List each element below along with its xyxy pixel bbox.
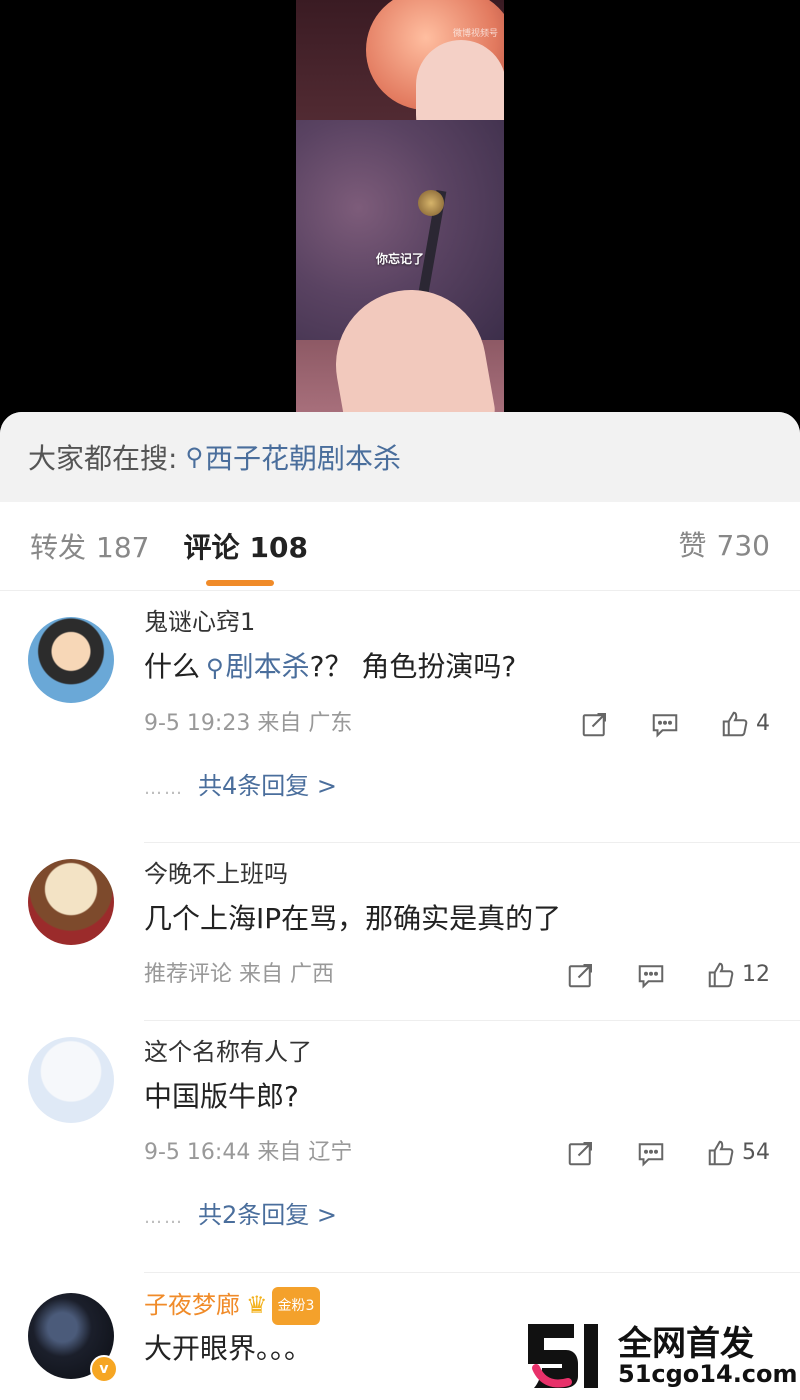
- replies-dots: ……: [144, 778, 184, 799]
- comment-text-before: 什么: [144, 650, 201, 683]
- comment-meta: 推荐评论 来自 广西 12: [144, 953, 770, 997]
- like-button[interactable]: 4: [720, 702, 770, 746]
- active-tab-indicator: [206, 580, 274, 586]
- video-watermark: 微博视频号: [452, 29, 498, 39]
- like-count: 54: [742, 1140, 770, 1165]
- tab-comment-count: 108: [249, 531, 308, 564]
- comment-keyword-link[interactable]: 剧本杀: [226, 650, 310, 683]
- avatar[interactable]: [28, 859, 114, 945]
- tab-bar: 转发 187 评论 108 赞 730: [0, 502, 800, 591]
- comment-meta: 9-5 16:44 来自 辽宁 54: [144, 1131, 770, 1175]
- watermark-logo: 全网首发 51cgo14.com: [520, 1306, 800, 1400]
- share-icon[interactable]: [566, 960, 596, 990]
- reply-icon[interactable]: [636, 1138, 666, 1168]
- reply-icon[interactable]: [636, 960, 666, 990]
- tab-like-count: 730: [716, 529, 770, 562]
- avatar[interactable]: [28, 1037, 114, 1123]
- thumbs-up-icon: [708, 962, 734, 988]
- trending-search-bar[interactable]: 大家都在搜: ⚲ 西子花朝剧本杀: [0, 412, 800, 502]
- comment-meta-text: 9-5 19:23 来自 广东: [144, 711, 353, 736]
- comments-sheet: 大家都在搜: ⚲ 西子花朝剧本杀 转发 187 评论 108 赞 730 鬼谜心窍1 …: [0, 412, 800, 1400]
- video-frame[interactable]: 你忘记了 微博视频号: [296, 0, 504, 412]
- search-icon: ⚲: [206, 654, 224, 682]
- comment-text: 中国版牛郎?: [144, 1080, 299, 1113]
- tab-repost[interactable]: 转发 187: [30, 526, 149, 566]
- comment-actions: 12: [526, 953, 770, 997]
- comment-meta-text: 9-5 16:44 来自 辽宁: [144, 1140, 353, 1165]
- comment-item: 今晚不上班吗 几个上海IP在骂，那确实是真的了 推荐评论 来自 广西 12: [0, 843, 800, 1021]
- comment-text: 什么 ⚲剧本杀?？ 角色扮演吗?: [144, 649, 770, 686]
- like-button[interactable]: 12: [706, 953, 770, 997]
- watermark-url: 51cgo14.com: [618, 1360, 798, 1388]
- comment-actions: 4: [540, 702, 770, 746]
- tab-repost-label: 转发: [30, 531, 87, 564]
- like-count: 4: [756, 711, 770, 736]
- like-button[interactable]: 54: [706, 1131, 770, 1175]
- share-icon[interactable]: [566, 1138, 596, 1168]
- comment-meta: 9-5 19:23 来自 广东 4: [144, 702, 770, 746]
- tab-comment[interactable]: 评论 108: [183, 526, 307, 566]
- replies-text: 共2条回复 >: [198, 1201, 338, 1229]
- like-count: 12: [742, 962, 770, 987]
- share-icon[interactable]: [580, 709, 610, 739]
- search-keyword-link[interactable]: 西子花朝剧本杀: [205, 437, 401, 477]
- comment-username[interactable]: 这个名称有人了: [144, 1035, 770, 1069]
- view-replies-link[interactable]: …… 共4条回复 >: [144, 768, 770, 804]
- comment-text: 几个上海IP在骂，那确实是真的了: [144, 902, 562, 935]
- verified-badge-icon: v: [90, 1355, 118, 1383]
- comment-text-after: ?？ 角色扮演吗?: [309, 650, 517, 683]
- comment-username[interactable]: 今晚不上班吗: [144, 857, 770, 891]
- video-caption: 你忘记了: [376, 252, 425, 266]
- tab-like-label: 赞: [678, 529, 707, 562]
- thumbs-up-icon: [708, 1140, 734, 1166]
- replies-dots: ……: [144, 1207, 184, 1228]
- watermark-title: 全网首发: [618, 1324, 754, 1364]
- view-replies-link[interactable]: …… 共2条回复 >: [144, 1197, 770, 1233]
- tab-repost-count: 187: [96, 531, 150, 564]
- crown-icon: ♛: [246, 1291, 268, 1319]
- comment-actions: 54: [526, 1131, 770, 1175]
- tab-comment-label: 评论: [183, 531, 240, 564]
- search-icon: ⚲: [185, 443, 204, 471]
- logo-mark-icon: [528, 1324, 598, 1388]
- fan-badge: 金粉3: [271, 1287, 321, 1325]
- comment-meta-text: 推荐评论 来自 广西: [144, 962, 334, 987]
- replies-text: 共4条回复 >: [198, 772, 338, 800]
- avatar[interactable]: [28, 617, 114, 703]
- comment-username[interactable]: 鬼谜心窍1: [144, 605, 770, 639]
- tab-like[interactable]: 赞 730: [679, 502, 770, 590]
- thumbs-up-icon: [722, 711, 748, 737]
- video-area[interactable]: 你忘记了 微博视频号: [0, 0, 800, 430]
- reply-icon[interactable]: [650, 709, 680, 739]
- video-brooch: [418, 190, 444, 216]
- search-prefix: 大家都在搜:: [28, 442, 178, 475]
- comment-username-text: 子夜梦廊: [144, 1291, 240, 1319]
- comment-item: 这个名称有人了 中国版牛郎? 9-5 16:44 来自 辽宁 54 …… 共2条回…: [0, 1021, 800, 1273]
- comment-item: 鬼谜心窍1 什么 ⚲剧本杀?？ 角色扮演吗? 9-5 19:23 来自 广东 4 …: [0, 591, 800, 843]
